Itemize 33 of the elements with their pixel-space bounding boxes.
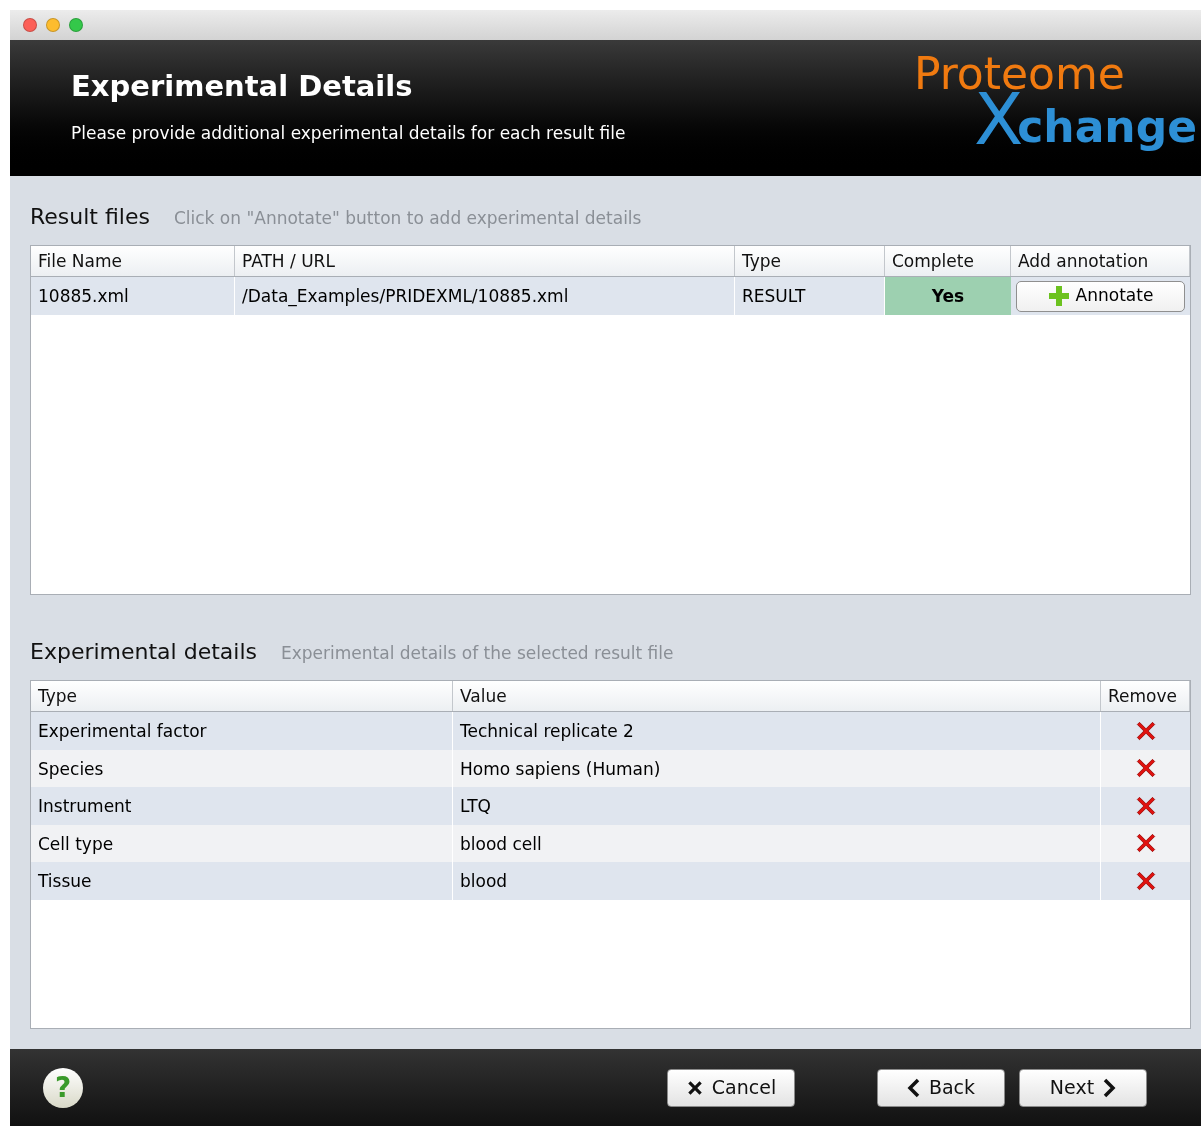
column-header[interactable]: PATH / URL — [235, 246, 735, 277]
status-cell: Yes — [885, 277, 1011, 316]
chevron-left-icon — [906, 1077, 921, 1098]
column-header[interactable]: Add annotation — [1011, 246, 1190, 277]
table-cell: blood — [453, 862, 1101, 900]
close-window-button[interactable] — [23, 18, 37, 33]
table-cell: Instrument — [31, 787, 453, 825]
cross-icon — [685, 1078, 704, 1097]
annotate-button[interactable]: Annotate — [1016, 280, 1185, 312]
section-title: Result files — [30, 203, 150, 232]
section-hint: Experimental details of the selected result file — [281, 642, 674, 666]
table-cell: Experimental factor — [31, 712, 453, 750]
column-header[interactable]: Type — [735, 246, 885, 277]
page-title: Experimental Details — [71, 68, 414, 106]
table-cell: /Data_Examples/PRIDEXML/10885.xml — [235, 277, 735, 316]
back-button[interactable]: Back — [877, 1068, 1005, 1107]
section-title: Experimental details — [30, 638, 257, 667]
section-hint: Click on "Annotate" button to add experimental details — [173, 207, 642, 231]
column-header[interactable]: Remove — [1101, 681, 1190, 712]
plus-icon — [1047, 285, 1070, 308]
table-cell: Tissue — [31, 862, 453, 900]
column-header[interactable]: File Name — [31, 246, 235, 277]
cancel-button[interactable]: Cancel — [667, 1068, 795, 1107]
column-header[interactable]: Complete — [885, 246, 1011, 277]
column-header[interactable]: Value — [453, 681, 1101, 712]
zoom-window-button[interactable] — [69, 18, 83, 33]
table-cell: 10885.xml — [31, 277, 235, 316]
column-header[interactable]: Type — [31, 681, 453, 712]
table-cell: LTQ — [453, 787, 1101, 825]
table-cell: Technical replicate 2 — [453, 712, 1101, 750]
page-subtitle: Please provide additional experimental details for each result file — [71, 121, 626, 145]
next-button[interactable]: Next — [1019, 1068, 1147, 1107]
chevron-right-icon — [1102, 1077, 1117, 1098]
